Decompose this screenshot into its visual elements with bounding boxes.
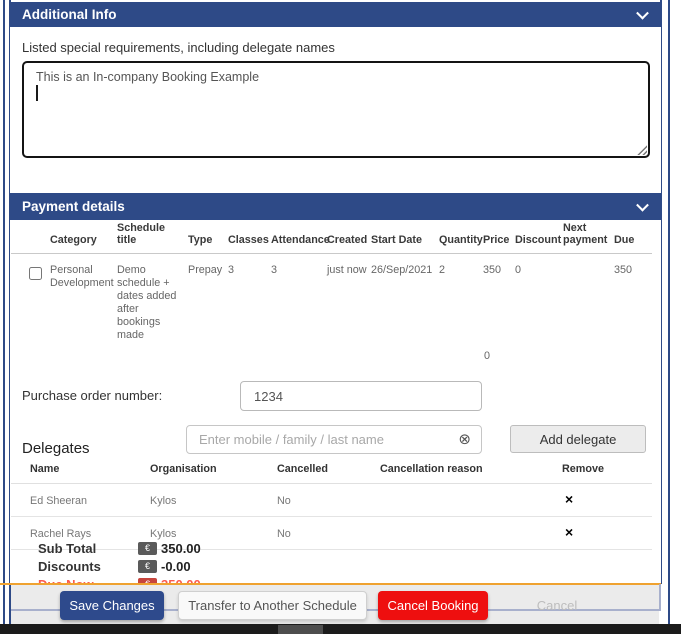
delegate-search: ⊗ [186, 425, 482, 454]
col-category: Category [50, 222, 117, 254]
col-quantity: Quantity [439, 222, 483, 254]
cell-schedule-title: Demo schedule + dates added after bookin… [117, 254, 188, 343]
cell-price: 350 [483, 254, 515, 343]
cell-category: Personal Development [50, 254, 117, 343]
additional-info-title: Additional Info [22, 7, 116, 22]
page-border-left-outer [3, 0, 5, 624]
col-due: Due [614, 222, 652, 254]
delegate-name: Ed Sheeran [11, 484, 150, 517]
purchase-order-label: Purchase order number: [22, 388, 162, 403]
col-organisation: Organisation [150, 457, 277, 484]
col-type: Type [188, 222, 228, 254]
page-border-right-outer [668, 0, 670, 624]
delegates-label: Delegates [22, 440, 90, 457]
payment-table-row: Personal Development Demo schedule + dat… [11, 254, 652, 343]
cell-start-date: 26/Sep/2021 [371, 254, 439, 343]
cell-attendance: 3 [271, 254, 327, 343]
col-classes: Classes [228, 222, 271, 254]
save-changes-button[interactable]: Save Changes [60, 591, 164, 620]
cell-quantity: 2 [439, 254, 483, 343]
cell-created: just now [327, 254, 371, 343]
discounts-row: Discounts € -0.00 [38, 559, 191, 574]
delegate-search-input[interactable] [186, 425, 482, 454]
booking-row-checkbox[interactable] [29, 267, 42, 280]
special-requirements-textarea[interactable]: This is an In-company Booking Example [22, 61, 650, 158]
cell-classes: 3 [228, 254, 271, 343]
chevron-down-icon[interactable] [636, 198, 649, 211]
col-attendance: Attendance [271, 222, 327, 254]
delegate-row: Ed Sheeran Kylos No × [11, 484, 652, 517]
payment-table: Category Schedule title Type Classes Att… [11, 222, 652, 342]
scrollbar-thumb[interactable] [278, 625, 323, 634]
additional-info-header[interactable]: Additional Info [9, 2, 662, 27]
col-cancelled: Cancelled [277, 457, 380, 484]
discounts-value: -0.00 [161, 559, 191, 574]
horizontal-scrollbar [0, 624, 681, 634]
col-cancellation-reason: Cancellation reason [380, 457, 540, 484]
special-requirements-label: Listed special requirements, including d… [22, 40, 335, 55]
subtotal-value: 350.00 [161, 541, 201, 556]
col-start-date: Start Date [371, 222, 439, 254]
cancel-booking-button[interactable]: Cancel Booking [378, 591, 488, 620]
cell-discount: 0 [515, 254, 563, 343]
footer-top-orange-line [0, 583, 661, 585]
discount-total-zero: 0 [484, 350, 490, 362]
col-next-payment: Next payment [563, 222, 614, 254]
subtotal-label: Sub Total [38, 541, 138, 556]
text-caret [36, 85, 38, 101]
col-discount: Discount [515, 222, 563, 254]
col-schedule-title: Schedule title [117, 222, 188, 254]
cell-type: Prepay [188, 254, 228, 343]
delegate-cancelled: No [277, 484, 380, 517]
col-price: Price [483, 222, 515, 254]
euro-badge-icon: € [138, 542, 157, 555]
col-remove: Remove [540, 457, 652, 484]
purchase-order-input[interactable] [240, 381, 482, 411]
booking-edit-modal: Additional Info Listed special requireme… [0, 0, 681, 634]
payment-details-title: Payment details [22, 199, 125, 214]
circle-x-icon[interactable]: ⊗ [458, 430, 471, 448]
remove-delegate-x-icon[interactable]: × [565, 524, 573, 540]
payment-details-header[interactable]: Payment details [9, 193, 662, 220]
col-created: Created [327, 222, 371, 254]
cell-next-payment [563, 254, 614, 343]
delegates-header-row: Name Organisation Cancelled Cancellation… [11, 457, 652, 484]
cancel-button[interactable]: Cancel [492, 591, 622, 620]
add-delegate-button[interactable]: Add delegate [510, 425, 646, 453]
euro-badge-icon: € [138, 560, 157, 573]
subtotal-row: Sub Total € 350.00 [38, 541, 201, 556]
payment-table-header-row: Category Schedule title Type Classes Att… [11, 222, 652, 254]
delegate-cancellation-reason [380, 484, 540, 517]
discounts-label: Discounts [38, 559, 138, 574]
delegate-organisation: Kylos [150, 484, 277, 517]
delegate-cancelled: No [277, 517, 380, 550]
delegates-table: Name Organisation Cancelled Cancellation… [11, 457, 652, 550]
special-requirements-field: This is an In-company Booking Example [22, 61, 650, 158]
col-name: Name [11, 457, 150, 484]
cell-due: 350 [614, 254, 652, 343]
chevron-down-icon[interactable] [636, 6, 649, 19]
transfer-schedule-button[interactable]: Transfer to Another Schedule [178, 591, 367, 620]
delegate-cancellation-reason [380, 517, 540, 550]
remove-delegate-x-icon[interactable]: × [565, 491, 573, 507]
footer-right-border [659, 584, 661, 611]
